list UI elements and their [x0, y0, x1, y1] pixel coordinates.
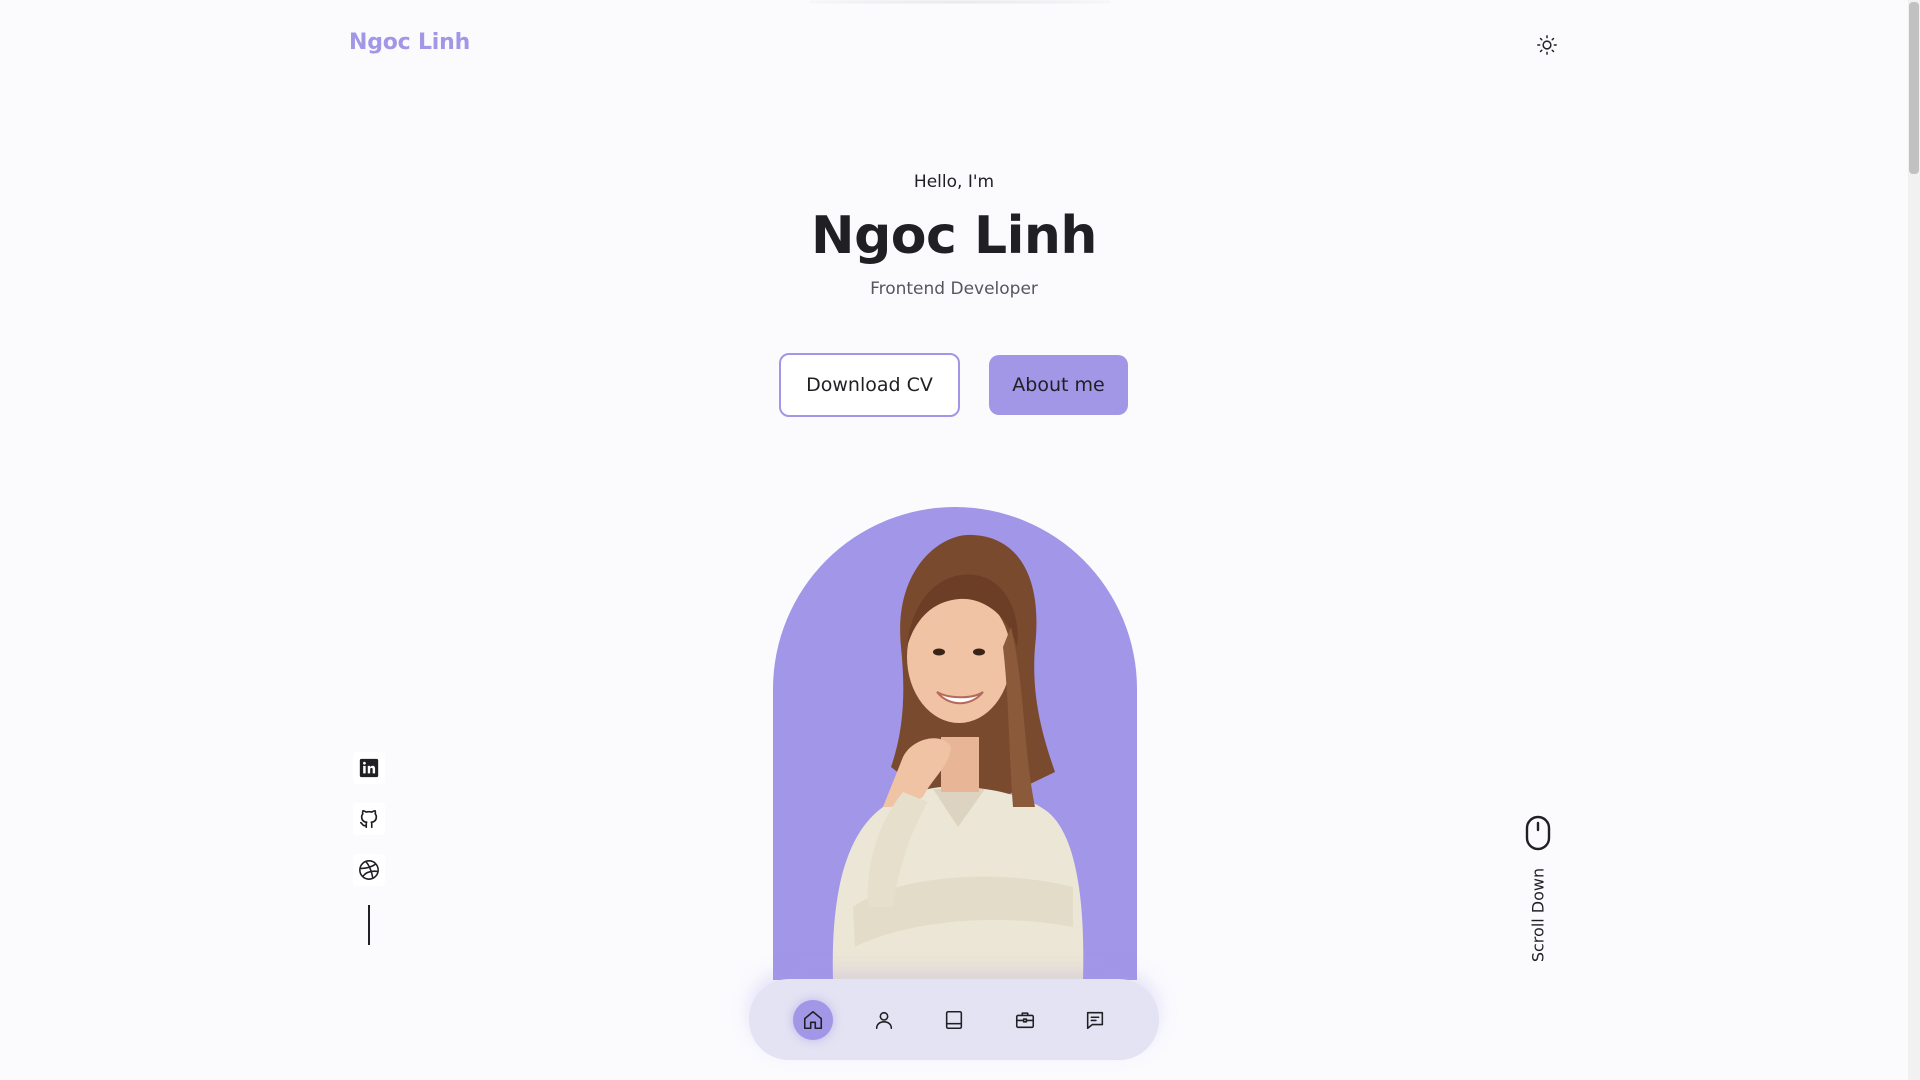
page: Ngoc Linh Hello, I'm Ngoc Linh Frontend …: [0, 0, 1920, 1080]
site-logo[interactable]: Ngoc Linh: [349, 30, 470, 55]
linkedin-icon: [359, 758, 379, 778]
nav-portfolio[interactable]: [1005, 1000, 1045, 1040]
nav-home[interactable]: [793, 999, 833, 1040]
social-divider-line: [368, 905, 370, 945]
dribbble-link[interactable]: [353, 854, 385, 886]
bottom-navigation: [749, 979, 1159, 1060]
scrollbar-thumb[interactable]: [1909, 2, 1919, 174]
briefcase-icon: [1015, 1011, 1034, 1028]
message-icon: [1086, 1011, 1104, 1029]
about-me-button[interactable]: About me: [989, 355, 1128, 415]
page-scrollbar[interactable]: [1908, 0, 1920, 1080]
theme-toggle-button[interactable]: [1532, 30, 1562, 60]
nav-contact[interactable]: [1075, 1000, 1115, 1040]
linkedin-link[interactable]: [353, 752, 385, 784]
scroll-down-link[interactable]: Scroll Down: [1520, 815, 1556, 975]
github-link[interactable]: [353, 803, 385, 835]
mouse-icon: [1525, 815, 1551, 851]
person-illustration: [832, 534, 1084, 980]
scroll-down-label: Scroll Down: [1528, 867, 1548, 963]
dribbble-icon: [359, 860, 379, 880]
user-icon: [875, 1011, 892, 1029]
hero-role: Frontend Developer: [870, 279, 1038, 299]
nav-resume[interactable]: [934, 1000, 974, 1040]
book-icon: [945, 1010, 963, 1029]
sun-icon: [1537, 35, 1557, 55]
home-icon: [803, 1010, 823, 1029]
download-cv-button[interactable]: Download CV: [779, 353, 960, 417]
nav-about[interactable]: [864, 1000, 904, 1040]
hero-name: Ngoc Linh: [811, 206, 1097, 266]
profile-portrait: [773, 507, 1137, 980]
github-icon: [359, 809, 378, 829]
social-links: [353, 752, 385, 945]
hero-greeting: Hello, I'm: [913, 172, 995, 192]
top-shadow: [810, 0, 1110, 4]
